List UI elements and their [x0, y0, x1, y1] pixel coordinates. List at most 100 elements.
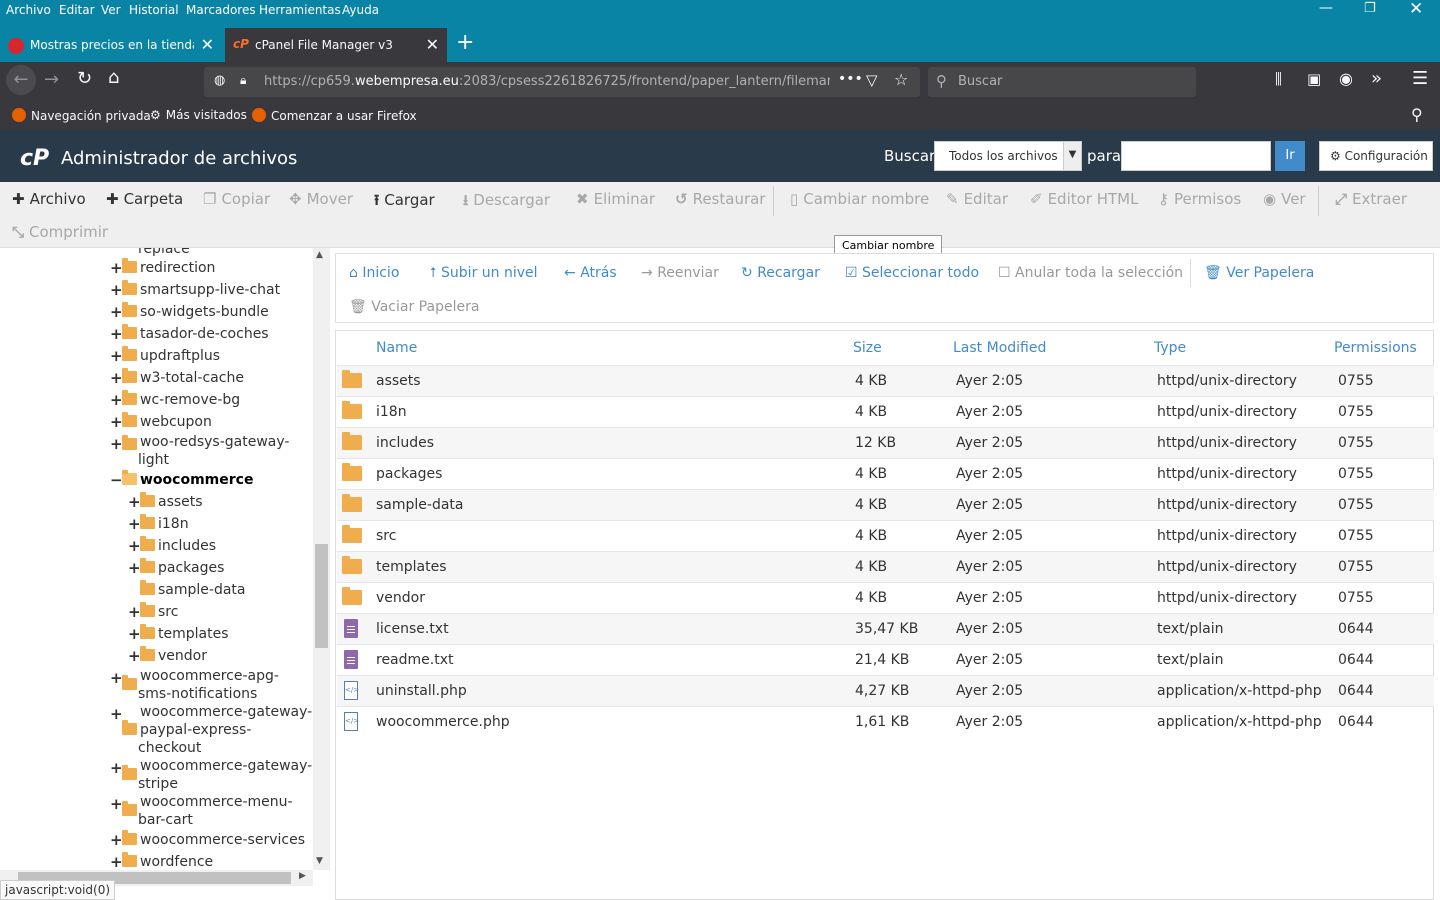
compress-button[interactable]: ⤡ Comprimir: [12, 223, 108, 241]
download-button[interactable]: ⭳ Descargar: [463, 190, 550, 215]
forward-button[interactable]: → Reenviar: [641, 265, 719, 281]
browser-search[interactable]: ⚲ Buscar: [928, 67, 1196, 97]
scroll-thumb[interactable]: [315, 544, 328, 648]
expand-icon[interactable]: +: [128, 493, 141, 511]
expand-icon[interactable]: +: [110, 759, 123, 777]
back-button[interactable]: ← Atrás: [564, 265, 617, 281]
pocket-icon[interactable]: ▽: [866, 71, 878, 89]
expand-icon[interactable]: +: [110, 347, 123, 365]
rename-button[interactable]: ▯ Cambiar nombre: [790, 190, 929, 208]
table-row[interactable]: readme.txt 21,4 KB Ayer 2:05 text/plain 0644: [337, 644, 1434, 675]
table-row[interactable]: </> woocommerce.php 1,61 KB Ayer 2:05 applic…: [337, 706, 1434, 737]
expand-icon[interactable]: +: [110, 435, 123, 453]
move-button[interactable]: ✥ Mover: [289, 190, 353, 208]
search-input[interactable]: [1121, 141, 1271, 171]
expand-icon[interactable]: +: [110, 669, 123, 687]
expand-icon[interactable]: +: [110, 853, 123, 871]
expand-icon[interactable]: +: [110, 259, 123, 277]
collapse-icon[interactable]: −: [110, 471, 123, 489]
select-all-button[interactable]: ☑ Seleccionar todo: [845, 265, 979, 281]
settings-button[interactable]: ⚙ Configuración: [1319, 141, 1433, 171]
permissions-button[interactable]: ⚷ Permisos: [1158, 190, 1241, 208]
page-actions-icon[interactable]: •••: [838, 71, 863, 87]
menu-herramientas[interactable]: Herramientas: [259, 3, 341, 17]
search-scope-select[interactable]: Todos los archivos ▼: [934, 141, 1082, 171]
minimize-icon[interactable]: —: [1319, 0, 1333, 16]
view-trash-button[interactable]: 🗑︎ Ver Papelera: [1204, 265, 1314, 281]
menu-editar[interactable]: Editar: [59, 3, 95, 17]
up-one-level-button[interactable]: ⭡ Subir un nivel: [430, 265, 538, 281]
expand-icon[interactable]: +: [110, 281, 123, 299]
bookmark-private[interactable]: Navegación privada: [12, 108, 151, 123]
expand-icon[interactable]: +: [128, 559, 141, 577]
sidebar-icon[interactable]: ▣: [1307, 70, 1321, 88]
expand-icon[interactable]: +: [110, 413, 123, 431]
home-button[interactable]: ⌂ Inicio: [349, 265, 399, 281]
expand-icon[interactable]: +: [128, 647, 141, 665]
menu-archivo[interactable]: Archivo: [6, 3, 51, 17]
column-name[interactable]: Name: [376, 340, 417, 356]
expand-icon[interactable]: +: [110, 831, 123, 849]
table-row[interactable]: license.txt 35,47 KB Ayer 2:05 text/plain 06…: [337, 613, 1434, 644]
reload-button[interactable]: ↻ Recargar: [741, 265, 820, 281]
empty-trash-button[interactable]: 🗑︎ Vaciar Papelera: [349, 299, 479, 315]
account-icon[interactable]: ◉: [1339, 69, 1353, 88]
shield-icon[interactable]: ◍: [214, 73, 225, 88]
bookmark-getting-started[interactable]: Comenzar a usar Firefox: [252, 108, 417, 123]
column-permissions[interactable]: Permissions: [1334, 340, 1417, 356]
bookmark-most-visited[interactable]: ⚙ Más visitados: [150, 108, 247, 122]
scroll-up-icon[interactable]: ▲: [316, 250, 323, 260]
column-size[interactable]: Size: [853, 340, 882, 356]
copy-button[interactable]: ❐ Copiar: [203, 190, 270, 208]
expand-icon[interactable]: +: [110, 391, 123, 409]
table-row[interactable]: includes 12 KB Ayer 2:05 httpd/unix-directo…: [337, 427, 1434, 458]
search-icon[interactable]: ⚲: [1411, 105, 1423, 124]
table-row[interactable]: vendor 4 KB Ayer 2:05 httpd/unix-directory 0…: [337, 582, 1434, 613]
table-row[interactable]: templates 4 KB Ayer 2:05 httpd/unix-directo…: [337, 551, 1434, 582]
html-editor-button[interactable]: ✐ Editor HTML: [1030, 190, 1138, 208]
delete-button[interactable]: ✖ Eliminar: [576, 190, 655, 208]
new-tab-icon[interactable]: +: [456, 30, 474, 55]
hamburger-menu-icon[interactable]: ☰: [1412, 68, 1428, 89]
overflow-icon[interactable]: »: [1371, 68, 1382, 89]
new-file-button[interactable]: ✚ Archivo: [12, 190, 86, 208]
expand-icon[interactable]: +: [110, 369, 123, 387]
expand-icon[interactable]: +: [128, 625, 141, 643]
close-tab-icon[interactable]: ✕: [426, 35, 439, 54]
expand-icon[interactable]: +: [128, 515, 141, 533]
tree-vertical-scrollbar[interactable]: ▲ ▼: [313, 248, 330, 870]
table-row[interactable]: </> uninstall.php 4,27 KB Ayer 2:05 applicat…: [337, 675, 1434, 706]
table-row[interactable]: assets 4 KB Ayer 2:05 httpd/unix-directory 0…: [337, 365, 1434, 396]
reload-icon[interactable]: ↻: [77, 68, 92, 89]
expand-icon[interactable]: +: [110, 325, 123, 343]
extract-button[interactable]: ⤢ Extraer: [1335, 190, 1407, 208]
forward-icon[interactable]: →: [44, 69, 59, 90]
edit-button[interactable]: ✎ Editar: [946, 190, 1008, 208]
tab-tienda[interactable]: Mostras precios en la tienda co ✕: [0, 28, 222, 62]
expand-icon[interactable]: +: [110, 303, 123, 321]
close-window-icon[interactable]: ✕: [1409, 0, 1423, 19]
restore-icon[interactable]: ❐: [1364, 1, 1376, 16]
deselect-all-button[interactable]: ☐ Anular toda la selección: [998, 265, 1183, 281]
lock-icon[interactable]: 🔒︎: [240, 73, 246, 88]
expand-icon[interactable]: +: [128, 603, 141, 621]
table-row[interactable]: packages 4 KB Ayer 2:05 httpd/unix-director…: [337, 458, 1434, 489]
scroll-right-icon[interactable]: ▶: [299, 871, 306, 881]
back-icon[interactable]: ←: [6, 65, 36, 95]
expand-icon[interactable]: +: [128, 537, 141, 555]
restore-button[interactable]: ↺ Restaurar: [675, 190, 765, 208]
scroll-down-icon[interactable]: ▼: [316, 856, 323, 866]
go-button[interactable]: Ir: [1275, 141, 1305, 171]
menu-historial[interactable]: Historial: [129, 3, 179, 17]
menu-ver[interactable]: Ver: [101, 3, 121, 17]
column-last-modified[interactable]: Last Modified: [953, 340, 1046, 356]
table-row[interactable]: sample-data 4 KB Ayer 2:05 httpd/unix-direc…: [337, 489, 1434, 520]
table-row[interactable]: i18n 4 KB Ayer 2:05 httpd/unix-directory 075…: [337, 396, 1434, 427]
expand-icon[interactable]: +: [110, 705, 123, 723]
column-type[interactable]: Type: [1154, 340, 1186, 356]
new-folder-button[interactable]: ✚ Carpeta: [106, 190, 183, 208]
library-icon[interactable]: ⫼: [1275, 70, 1282, 88]
table-row[interactable]: src 4 KB Ayer 2:05 httpd/unix-directory 0755: [337, 520, 1434, 551]
view-button[interactable]: ◉ Ver: [1263, 190, 1306, 208]
tab-cpanel[interactable]: cP cPanel File Manager v3 ✕: [225, 28, 447, 62]
